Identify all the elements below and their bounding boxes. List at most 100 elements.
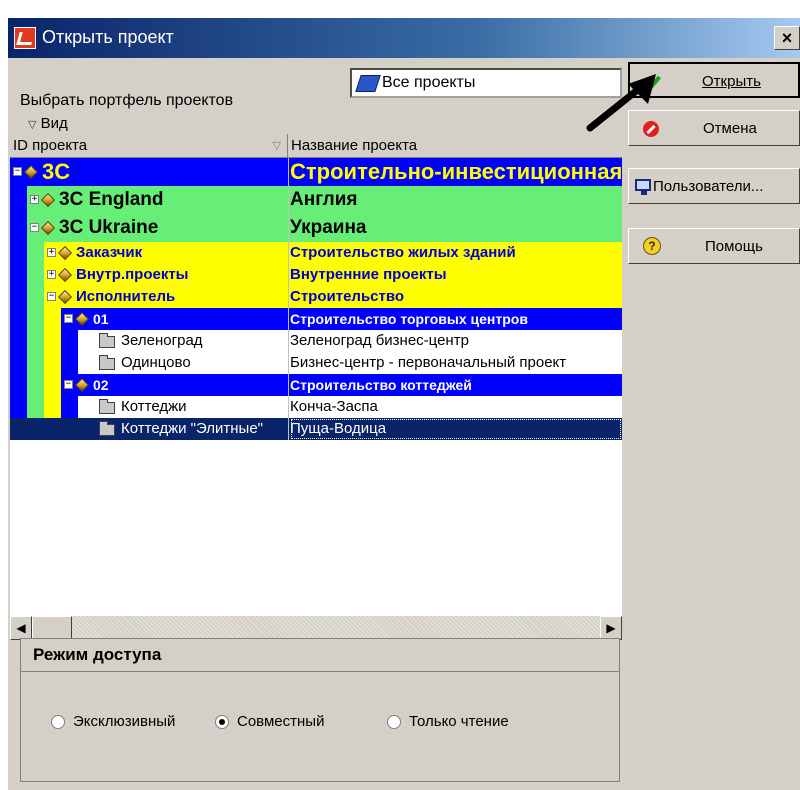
indent-stripe bbox=[10, 374, 27, 396]
project-name-cell: Украина bbox=[290, 217, 367, 238]
scroll-thumb[interactable] bbox=[32, 616, 72, 640]
project-id-cell: 3C England bbox=[59, 189, 164, 210]
app-logo-icon bbox=[14, 27, 36, 49]
cancel-button[interactable]: Отмена bbox=[628, 110, 800, 146]
expand-icon[interactable]: + bbox=[47, 270, 56, 279]
indent-stripe bbox=[44, 352, 61, 374]
tree-node-row[interactable]: + Заказчик Строительство жилых зданий bbox=[10, 242, 622, 264]
indent-stripe bbox=[44, 330, 61, 352]
tree-node-row[interactable]: +3C England Англия bbox=[10, 186, 622, 214]
collapse-icon[interactable]: − bbox=[47, 292, 56, 301]
indent-stripe bbox=[44, 374, 61, 396]
scroll-right-button[interactable]: ▶ bbox=[600, 616, 622, 640]
indent-stripe bbox=[61, 418, 79, 440]
indent-stripe bbox=[10, 396, 27, 418]
project-id-cell: Исполнитель bbox=[76, 288, 176, 305]
project-name-cell: Англия bbox=[290, 189, 358, 210]
indent-stripe bbox=[27, 418, 45, 440]
indent-stripe bbox=[10, 242, 27, 264]
column-header-name-label: Название проекта bbox=[291, 137, 418, 154]
view-toggle[interactable]: ▽ Вид bbox=[28, 115, 68, 132]
project-row[interactable]: Зеленоград Зеленоград бизнес-центр bbox=[10, 330, 622, 352]
users-button[interactable]: Пользователи... bbox=[628, 168, 800, 204]
horizontal-scrollbar[interactable]: ◀ ▶ bbox=[10, 616, 622, 640]
project-name-cell: Внутренние проекты bbox=[290, 266, 447, 283]
tree-node-row[interactable]: − 02 Строительство коттеджей bbox=[10, 374, 622, 396]
radio-read-only[interactable] bbox=[387, 715, 401, 729]
project-id-cell: Заказчик bbox=[76, 244, 143, 261]
tree-node-row[interactable]: − 3C Строительно-инвестиционная компания bbox=[10, 158, 622, 186]
collapse-icon[interactable]: − bbox=[30, 223, 39, 232]
view-label: Вид bbox=[40, 115, 68, 132]
project-id-cell: Внутр.проекты bbox=[76, 266, 189, 283]
open-button-label: Открыть bbox=[702, 73, 761, 90]
project-row[interactable]: Одинцово Бизнес-центр - первоначальный пр… bbox=[10, 352, 622, 374]
cancel-icon bbox=[643, 121, 659, 137]
column-header-name[interactable]: Название проекта bbox=[288, 134, 622, 158]
help-button-label: Помощь bbox=[705, 238, 763, 255]
expand-icon[interactable]: + bbox=[47, 248, 56, 257]
open-button[interactable]: Открыть bbox=[628, 62, 800, 98]
radio-exclusive-label[interactable]: Эксклюзивный bbox=[73, 713, 175, 730]
indent-stripe bbox=[10, 418, 28, 440]
radio-shared[interactable] bbox=[215, 715, 229, 729]
expand-icon[interactable]: + bbox=[30, 195, 39, 204]
indent-stripe bbox=[27, 308, 44, 330]
folder-icon bbox=[99, 355, 115, 370]
column-header-id[interactable]: ID проекта ▽ bbox=[10, 134, 288, 158]
indent-stripe bbox=[10, 264, 27, 286]
portfolio-select[interactable]: Все проекты bbox=[350, 68, 622, 98]
project-id-cell: Зеленоград bbox=[121, 332, 203, 349]
indent-stripe bbox=[44, 418, 62, 440]
indent-stripe bbox=[27, 264, 44, 286]
indent-stripe bbox=[10, 352, 27, 374]
radio-read-only-label[interactable]: Только чтение bbox=[409, 713, 509, 730]
project-row[interactable]: Коттеджи "Элитные" Пуща-Водица bbox=[10, 418, 622, 440]
checkmark-icon bbox=[638, 70, 662, 94]
indent-stripe bbox=[61, 396, 78, 418]
indent-stripe bbox=[27, 286, 44, 308]
tree-node-row[interactable]: − Исполнитель Строительство bbox=[10, 286, 622, 308]
title-bar[interactable]: Открыть проект × bbox=[8, 18, 800, 58]
indent-stripe bbox=[27, 374, 44, 396]
access-mode-header: Режим доступа bbox=[21, 639, 619, 672]
sort-icon: ▽ bbox=[272, 140, 281, 152]
help-button[interactable]: ? Помощь bbox=[628, 228, 800, 264]
folder-icon bbox=[99, 399, 115, 414]
tree-node-row[interactable]: − 01 Строительство торговых центров bbox=[10, 308, 622, 330]
indent-stripe bbox=[44, 308, 61, 330]
project-id-cell: Коттеджи "Элитные" bbox=[121, 420, 264, 437]
indent-stripe bbox=[10, 214, 27, 242]
portfolio-label: Выбрать портфель проектов bbox=[20, 92, 234, 109]
open-project-dialog: Открыть проект × Выбрать портфель проект… bbox=[8, 18, 800, 790]
project-name-cell: Бизнес-центр - первоначальный проект bbox=[290, 354, 567, 371]
book-icon bbox=[355, 75, 381, 92]
indent-stripe bbox=[27, 352, 44, 374]
radio-exclusive[interactable] bbox=[51, 715, 65, 729]
project-name-cell: Строительство bbox=[290, 288, 405, 305]
tree-node-row[interactable]: − 3C Ukraine Украина bbox=[10, 214, 622, 242]
access-mode-title: Режим доступа bbox=[33, 645, 162, 664]
tree-node-row[interactable]: + Внутр.проекты Внутренние проекты bbox=[10, 264, 622, 286]
help-icon: ? bbox=[643, 237, 661, 255]
indent-stripe bbox=[61, 330, 78, 352]
indent-stripe bbox=[10, 186, 27, 214]
project-name-cell: Строительство коттеджей bbox=[290, 377, 472, 393]
collapse-icon[interactable]: − bbox=[13, 167, 22, 176]
project-row[interactable]: Коттеджи Конча-Заспа bbox=[10, 396, 622, 418]
folder-icon bbox=[99, 333, 115, 348]
chevron-down-icon: ▽ bbox=[28, 119, 37, 131]
indent-stripe bbox=[10, 330, 27, 352]
radio-shared-label[interactable]: Совместный bbox=[237, 713, 324, 730]
project-tree-grid[interactable]: ID проекта ▽ Название проекта − 3C Строите… bbox=[10, 134, 622, 632]
cancel-button-label: Отмена bbox=[703, 120, 757, 137]
collapse-icon[interactable]: − bbox=[64, 314, 73, 323]
project-id-cell: 3C Ukraine bbox=[59, 217, 159, 238]
collapse-icon[interactable]: − bbox=[64, 380, 73, 389]
close-button[interactable]: × bbox=[774, 26, 800, 50]
project-id-cell: Коттеджи bbox=[121, 398, 187, 415]
scroll-left-button[interactable]: ◀ bbox=[10, 616, 32, 640]
folder-icon bbox=[99, 421, 115, 436]
project-id-cell: 01 bbox=[93, 311, 109, 327]
column-divider bbox=[288, 158, 289, 440]
